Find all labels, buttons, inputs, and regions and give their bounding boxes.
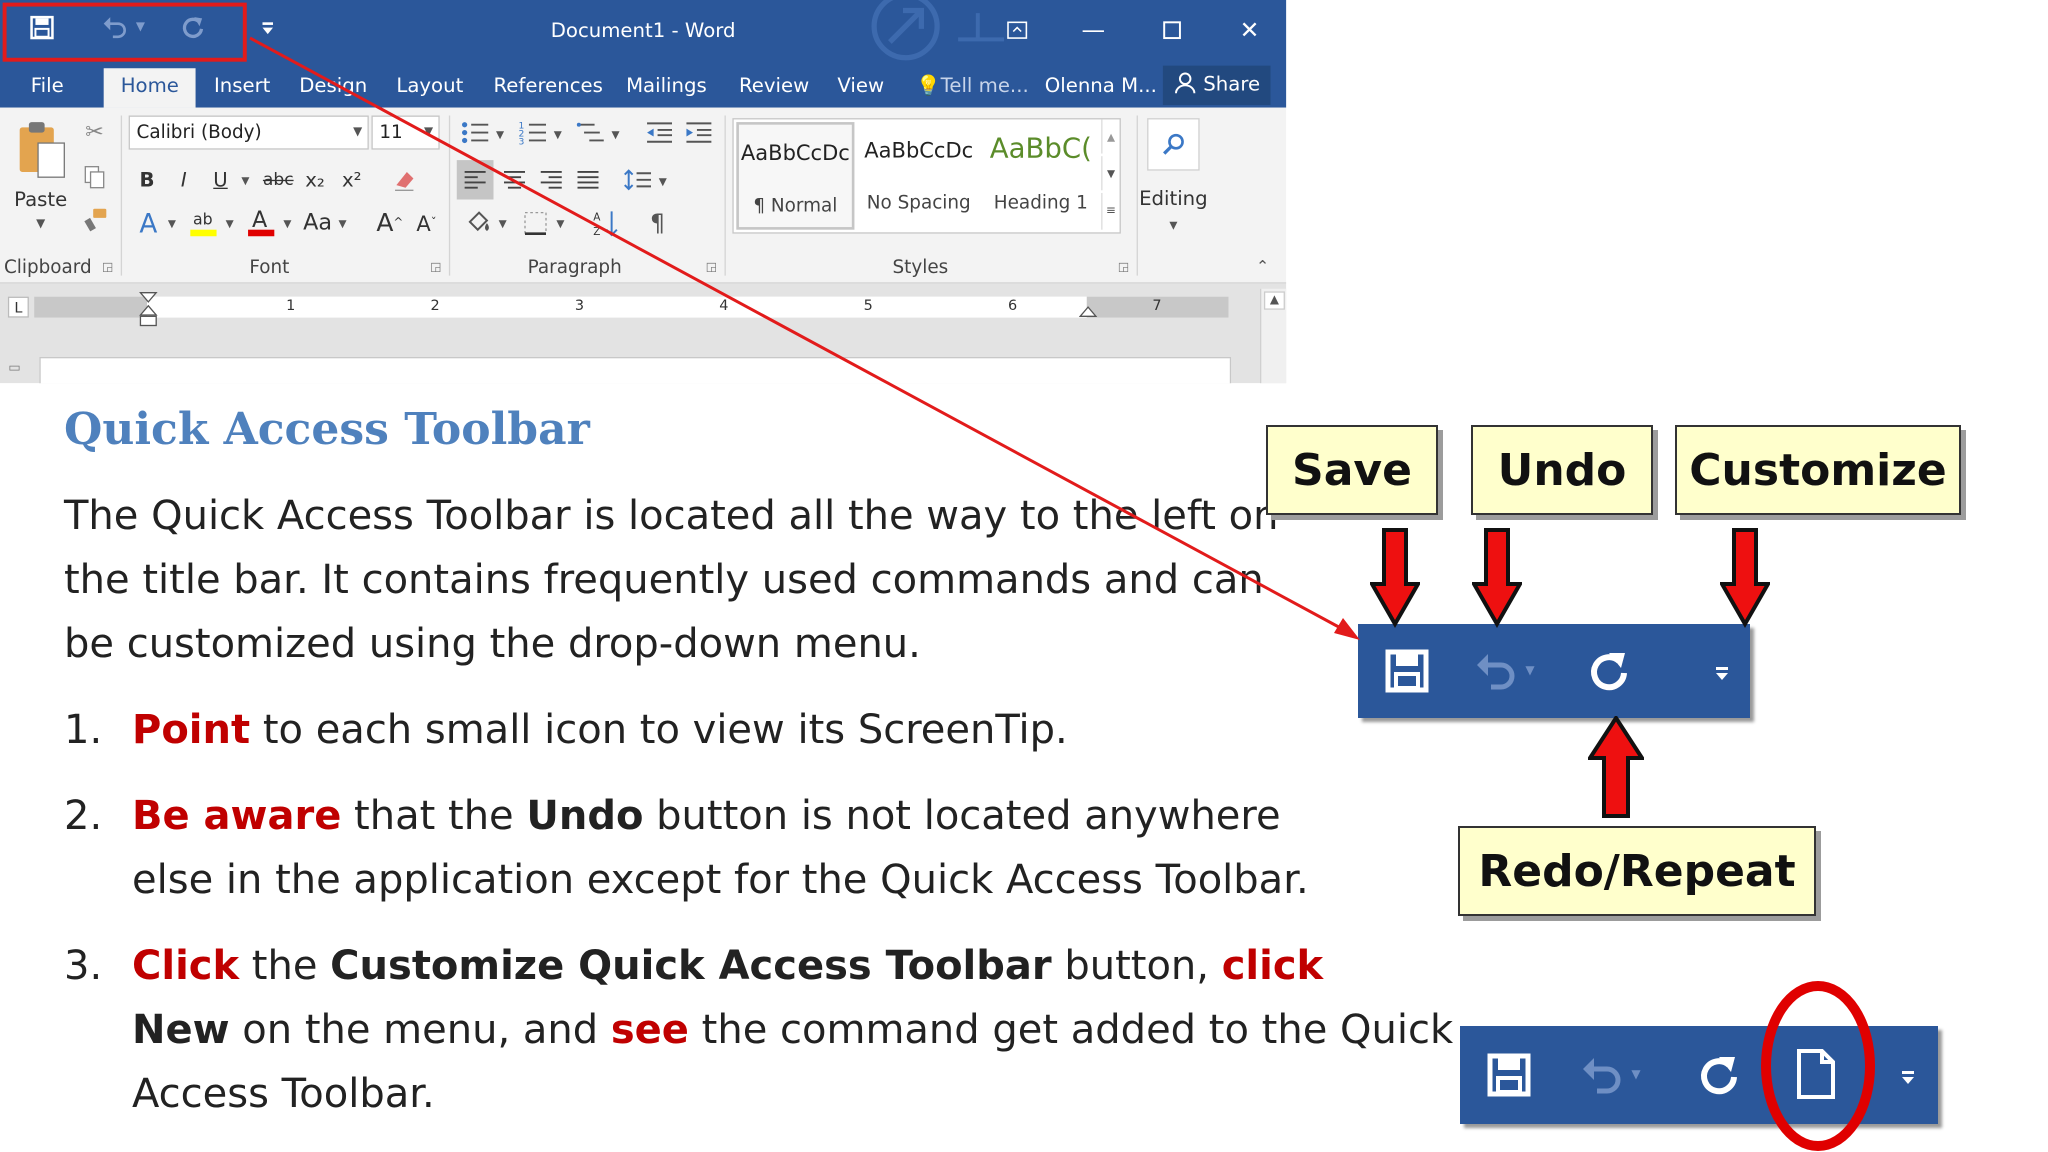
- pointer-arrow: [249, 36, 1360, 640]
